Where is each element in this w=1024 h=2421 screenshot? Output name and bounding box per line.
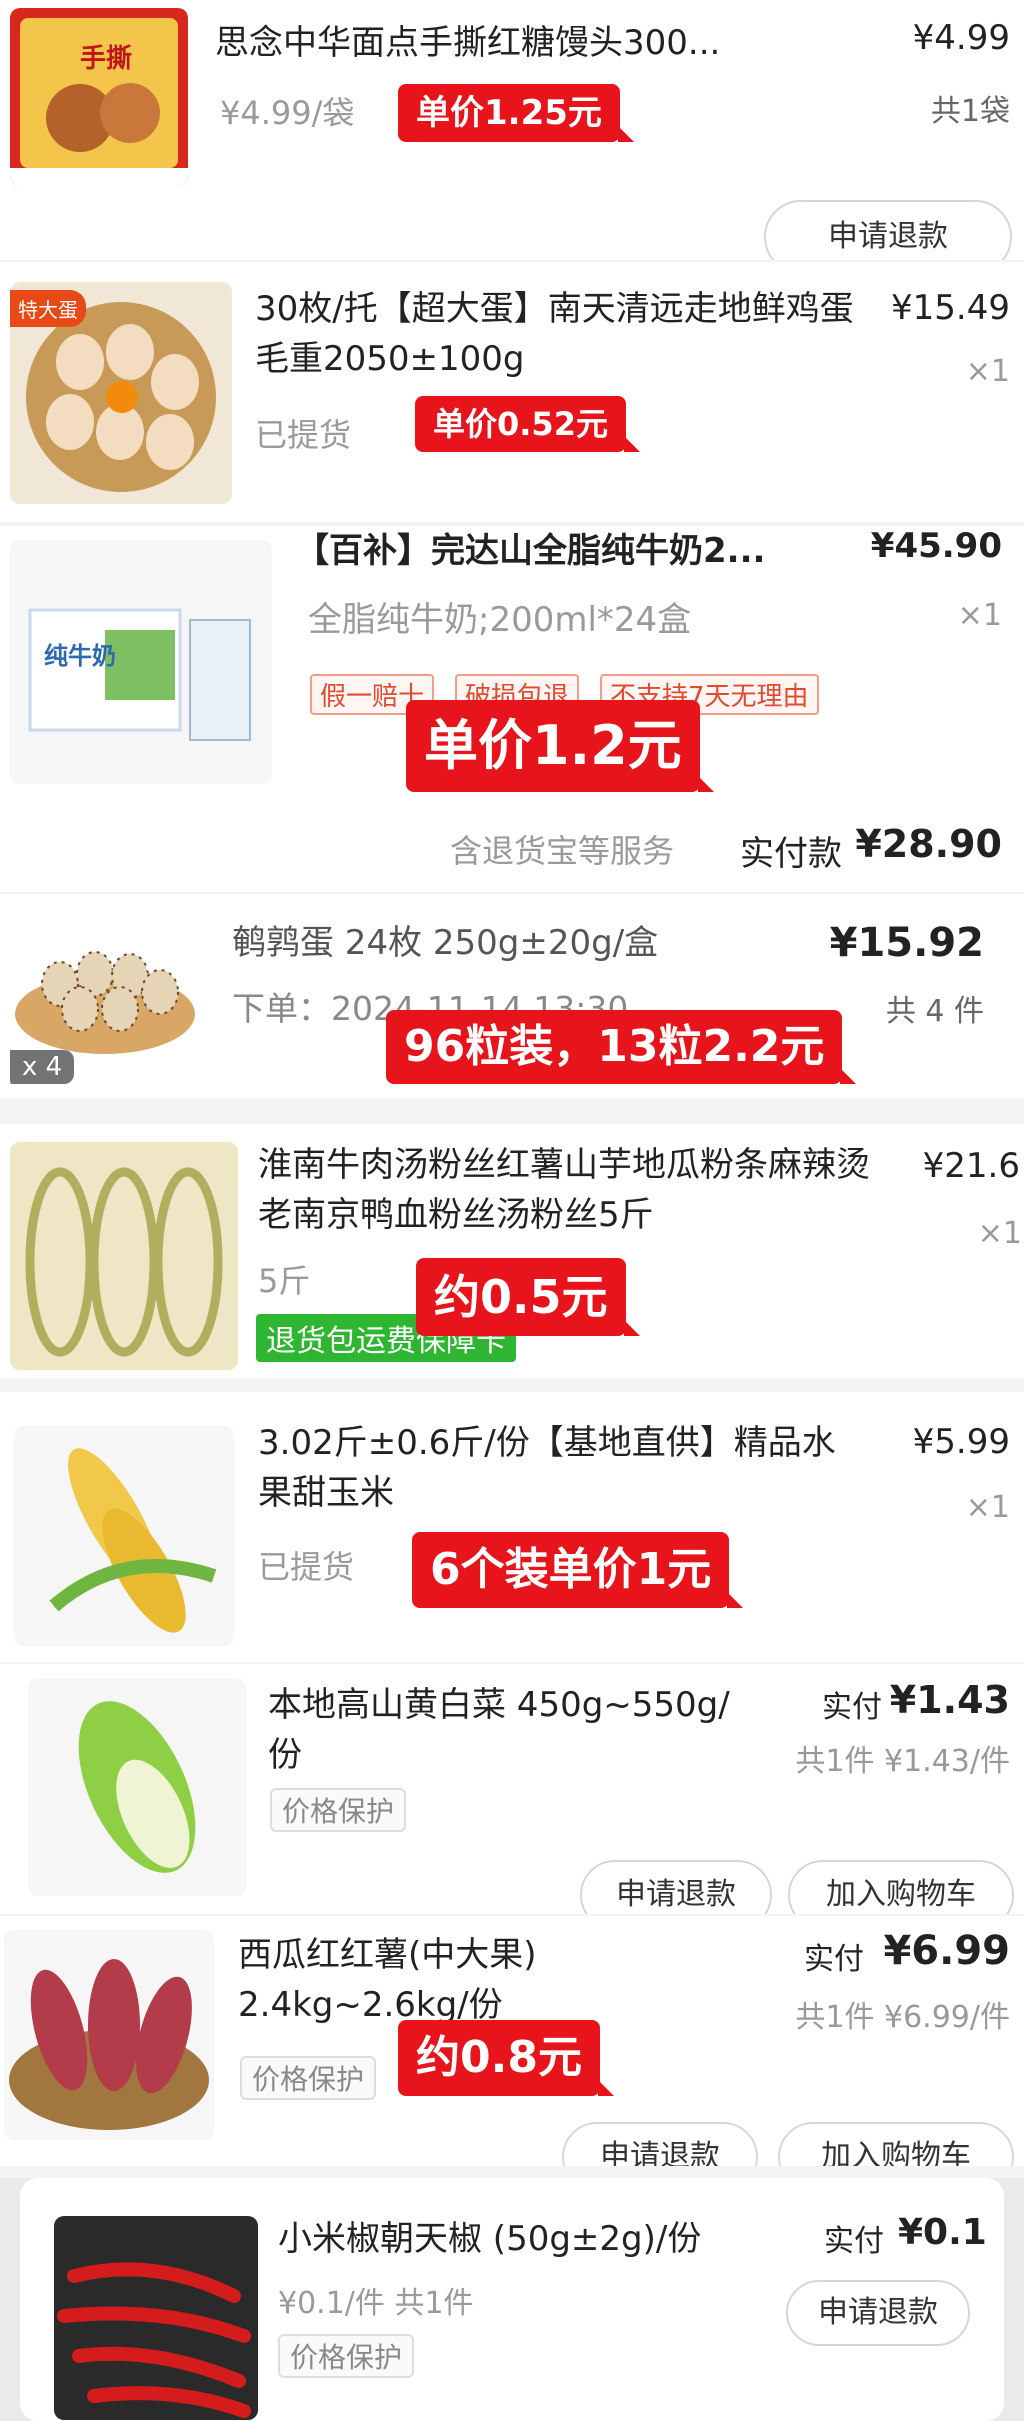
price-protection-tag: 价格保护 — [240, 2056, 377, 2100]
product-price: ¥15.92 — [829, 920, 984, 966]
pickup-status: 已提货 — [258, 1548, 355, 1586]
cabbage-icon — [78, 1701, 196, 1873]
price-protection-tag: 价格保护 — [278, 2334, 415, 2378]
product-title[interactable]: 淮南牛肉汤粉丝红薯山芋地瓜粉条麻辣烫老南京鸭血粉丝汤粉丝5斤 — [258, 1140, 898, 1240]
unit-price-badge: 约0.8元 — [398, 2020, 614, 2096]
unit-summary: 共1件 ¥6.99/件 — [795, 2000, 1010, 2035]
product-image[interactable]: x 4 — [10, 904, 200, 1090]
quantity: 共 4 件 — [885, 994, 984, 1029]
refund-button[interactable]: 申请退款 — [580, 1860, 772, 1914]
quantity: ×1 — [965, 1490, 1010, 1525]
chili-peppers-icon — [57, 2262, 251, 2418]
unit-price-badge: 单价1.25元 — [398, 84, 634, 142]
product-image[interactable] — [4, 1930, 214, 2140]
paid-label: 实付 — [824, 2224, 884, 2259]
unit-price-badge: 约0.5元 — [416, 1258, 639, 1336]
oversize-tag: 特大蛋 — [10, 290, 86, 327]
add-to-cart-button[interactable]: 加入购物车 — [778, 2122, 1014, 2166]
package-label: 手撕 — [80, 44, 133, 74]
price-protection-tag: 价格保护 — [270, 1788, 407, 1832]
product-image[interactable] — [54, 2216, 258, 2420]
corn-icon — [49, 1448, 217, 1633]
refund-button[interactable]: 申请退款 — [562, 2122, 758, 2166]
product-title[interactable]: 30枚/托【超大蛋】南天清远走地鲜鸡蛋毛重2050±100g — [255, 284, 855, 384]
order-card-eggs[interactable]: 特大蛋 30枚/托【超大蛋】南天清远走地鲜鸡蛋毛重2050±100g ¥15.4… — [0, 262, 1024, 522]
unit-price-badge: 6个装单价1元 — [412, 1532, 744, 1608]
paid-label: 实付 — [822, 1690, 882, 1725]
product-price: ¥21.6 — [922, 1146, 1020, 1186]
unit-summary: ¥0.1/件 共1件 — [278, 2286, 474, 2321]
product-price: ¥4.99 — [912, 18, 1010, 58]
order-card-buns[interactable]: 手撕 思念中华面点手撕红糖馒头300... ¥4.99 ¥4.99/袋 共1袋 … — [0, 0, 1024, 260]
product-title[interactable]: 3.02斤±0.6斤/份【基地直供】精品水果甜玉米 — [258, 1418, 858, 1518]
unit-summary: 共1件 ¥1.43/件 — [795, 1744, 1010, 1779]
unit-price: ¥4.99/袋 — [220, 94, 355, 132]
unit-price-badge: 单价1.2元 — [406, 700, 714, 792]
product-title[interactable]: 思念中华面点手撕红糖馒头300... — [215, 18, 835, 68]
order-card-chili[interactable]: 小米椒朝天椒 (50g±2g)/份 ¥0.1/件 共1件 价格保护 实付 ¥0.… — [0, 2178, 1024, 2421]
service-note: 含退货宝等服务 — [450, 832, 675, 870]
product-spec: 5斤 — [258, 1262, 311, 1300]
paid-label: 实付 — [804, 1942, 864, 1977]
order-card-corn[interactable]: 3.02斤±0.6斤/份【基地直供】精品水果甜玉米 ¥5.99 ×1 已提货 6… — [0, 1392, 1024, 1662]
sweet-potato-icon — [9, 1959, 209, 2130]
quantity: ×1 — [957, 598, 1002, 633]
product-price: ¥5.99 — [912, 1422, 1010, 1462]
product-image[interactable] — [10, 1142, 238, 1370]
product-price: ¥45.90 — [870, 526, 1002, 566]
steamed-bun-package-icon — [10, 18, 188, 186]
product-title[interactable]: 西瓜红红薯(中大果) 2.4kg~2.6kg/份 — [238, 1930, 758, 2030]
quantity: 共1袋 — [930, 94, 1010, 129]
product-image[interactable] — [28, 1678, 246, 1896]
vermicelli-icon — [25, 1167, 223, 1357]
quantity: ×1 — [965, 354, 1010, 389]
product-price: ¥15.49 — [891, 288, 1010, 328]
add-to-cart-button[interactable]: 加入购物车 — [788, 1860, 1014, 1914]
order-card-quail-eggs[interactable]: x 4 鹌鹑蛋 24枚 250g±20g/盒 ¥15.92 下单：2024-11… — [0, 894, 1024, 1098]
milk-label: 纯牛奶 — [44, 642, 116, 670]
paid-label: 实付款 — [740, 834, 842, 874]
product-title[interactable]: 本地高山黄白菜 450g~550g/份 — [268, 1680, 748, 1780]
product-image[interactable]: 手撕 — [10, 8, 188, 186]
paid-amount: ¥1.43 — [889, 1678, 1010, 1722]
pickup-status: 已提货 — [255, 416, 352, 454]
refund-button[interactable]: 申请退款 — [786, 2280, 970, 2346]
product-title[interactable]: 【百补】完达山全脂纯牛奶2... — [295, 526, 855, 576]
product-title[interactable]: 鹌鹑蛋 24枚 250g±20g/盒 — [232, 918, 658, 968]
order-card-milk[interactable]: 纯牛奶 【百补】完达山全脂纯牛奶2... ¥45.90 全脂纯牛奶;200ml*… — [0, 526, 1024, 892]
product-image[interactable] — [14, 1426, 234, 1646]
unit-price-badge: 单价0.52元 — [415, 396, 640, 452]
refund-button[interactable]: 申请退款 — [764, 200, 1012, 260]
product-image[interactable]: 特大蛋 — [10, 282, 232, 504]
item-count: x 4 — [10, 1050, 75, 1084]
paid-amount: ¥0.1 — [898, 2212, 987, 2253]
unit-price-badge: 96粒装，13粒2.2元 — [386, 1010, 857, 1084]
product-title[interactable]: 小米椒朝天椒 (50g±2g)/份 — [278, 2214, 701, 2264]
paid-amount: ¥6.99 — [883, 1928, 1010, 1974]
order-card-cabbage[interactable]: 本地高山黄白菜 450g~550g/份 实付 ¥1.43 共1件 ¥1.43/件… — [0, 1664, 1024, 1914]
order-card-vermicelli[interactable]: 淮南牛肉汤粉丝红薯山芋地瓜粉条麻辣烫老南京鸭血粉丝汤粉丝5斤 ¥21.6 ×1 … — [0, 1124, 1024, 1378]
product-spec: 全脂纯牛奶;200ml*24盒 — [308, 600, 692, 640]
quantity: ×1 — [977, 1216, 1022, 1251]
product-image[interactable]: 纯牛奶 — [10, 540, 272, 784]
paid-amount: ¥28.90 — [855, 822, 1002, 866]
order-card-sweet-potato[interactable]: 西瓜红红薯(中大果) 2.4kg~2.6kg/份 实付 ¥6.99 共1件 ¥6… — [0, 1916, 1024, 2166]
